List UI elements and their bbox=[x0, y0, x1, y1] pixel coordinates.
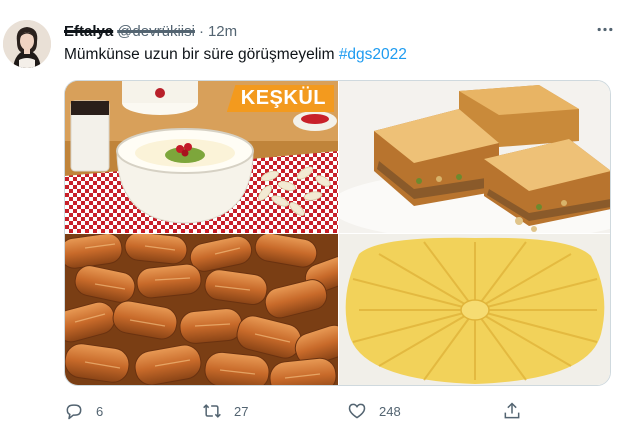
like-count: 248 bbox=[379, 403, 401, 419]
reply-button[interactable]: 6 bbox=[64, 398, 103, 424]
share-button[interactable] bbox=[502, 398, 522, 424]
like-button[interactable]: 248 bbox=[347, 398, 401, 424]
timestamp[interactable]: 12m bbox=[208, 23, 237, 40]
media-image-keskul[interactable]: KEŞKÜL bbox=[65, 81, 338, 233]
avatar-image bbox=[3, 20, 51, 68]
reply-icon bbox=[66, 404, 82, 420]
tweet-card[interactable]: Eftalya @devrükiisi · 12m Mümkünse uzun … bbox=[0, 0, 640, 432]
helva-image bbox=[339, 234, 610, 385]
hashtag-link[interactable]: #dgs2022 bbox=[339, 46, 407, 63]
separator-dot: · bbox=[198, 22, 204, 40]
tulumba-image bbox=[65, 234, 338, 385]
like-icon bbox=[348, 403, 366, 419]
media-image-helva[interactable] bbox=[339, 234, 610, 385]
retweet-button[interactable]: 27 bbox=[202, 398, 248, 424]
share-icon bbox=[504, 402, 520, 419]
retweet-count: 27 bbox=[234, 403, 249, 419]
tweet-header: Eftalya @devrükiisi · 12m bbox=[64, 20, 237, 42]
media-image-tulumba[interactable] bbox=[65, 234, 338, 385]
tweet-actions: 6 27 248 bbox=[64, 398, 534, 424]
more-options-button[interactable] bbox=[594, 20, 616, 38]
keskul-label: KEŞKÜL bbox=[226, 85, 334, 112]
media-image-baklava[interactable] bbox=[339, 81, 610, 233]
more-icon bbox=[597, 27, 613, 31]
user-handle[interactable]: @devrükiisi bbox=[117, 23, 195, 40]
retweet-icon bbox=[203, 404, 221, 418]
display-name[interactable]: Eftalya bbox=[64, 23, 113, 40]
baklava-image bbox=[339, 81, 610, 233]
reply-count: 6 bbox=[96, 403, 104, 419]
tweet-body: Mümkünse uzun bir süre görüşmeyelim bbox=[64, 46, 339, 63]
avatar[interactable] bbox=[3, 20, 51, 68]
media-grid: KEŞKÜL bbox=[64, 80, 611, 386]
tweet-text: Mümkünse uzun bir süre görüşmeyelim #dgs… bbox=[64, 45, 407, 65]
